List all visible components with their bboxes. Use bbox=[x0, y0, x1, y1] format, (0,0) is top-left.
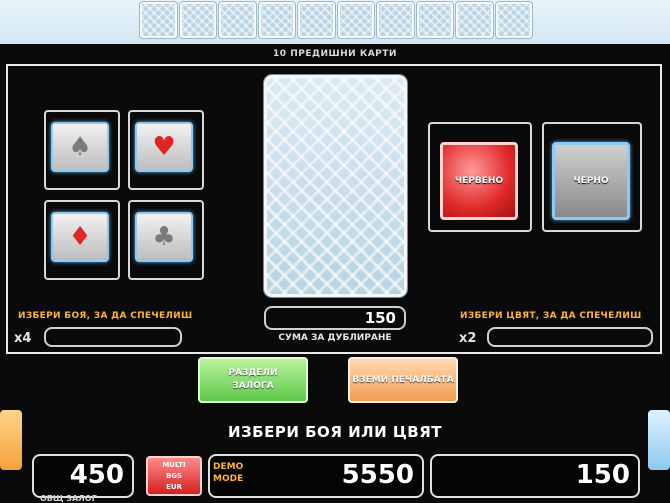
win-value: 150 bbox=[575, 460, 630, 490]
left-side-button[interactable] bbox=[0, 410, 22, 470]
total-bet-box: 450 bbox=[32, 454, 134, 498]
diamond-icon: ♦ bbox=[68, 222, 92, 252]
previous-card bbox=[219, 2, 256, 38]
previous-card bbox=[416, 2, 453, 38]
color-win-box bbox=[487, 327, 653, 347]
double-amount-box: 150 bbox=[264, 306, 406, 330]
currency-button[interactable]: MULTI BGS EUR bbox=[146, 456, 202, 496]
history-title: 10 ПРЕДИШНИ КАРТИ bbox=[273, 49, 397, 59]
previous-card bbox=[298, 2, 335, 38]
credit-value: 5550 bbox=[341, 460, 414, 490]
suit-multiplier: x4 bbox=[14, 331, 32, 346]
club-icon: ♣ bbox=[152, 222, 176, 252]
win-box: 150 bbox=[430, 454, 640, 498]
color-slot-black: ЧЕРНО bbox=[542, 122, 642, 232]
suit-slot-diamond: ♦ bbox=[44, 200, 120, 280]
red-button[interactable]: ЧЕРВЕНО bbox=[440, 142, 518, 220]
black-button[interactable]: ЧЕРНО bbox=[552, 142, 630, 220]
suit-slot-club: ♣ bbox=[128, 200, 204, 280]
spade-icon: ♠ bbox=[68, 132, 92, 162]
suit-button-spade[interactable]: ♠ bbox=[51, 122, 109, 172]
color-slot-red: ЧЕРВЕНО bbox=[428, 122, 532, 232]
previous-card bbox=[456, 2, 493, 38]
double-amount-value: 150 bbox=[364, 309, 396, 327]
previous-card bbox=[140, 2, 177, 38]
choose-prompt: ИЗБЕРИ БОЯ ИЛИ ЦВЯТ bbox=[227, 423, 443, 441]
heart-icon: ♥ bbox=[152, 132, 176, 162]
double-amount-label: СУМА ЗА ДУБЛИРАНЕ bbox=[278, 333, 392, 343]
previous-card bbox=[179, 2, 216, 38]
color-win-label: ИЗБЕРИ ЦВЯТ, ЗА ДА СПЕЧЕЛИШ bbox=[460, 311, 642, 321]
previous-card bbox=[258, 2, 295, 38]
face-down-card bbox=[264, 75, 407, 297]
color-multiplier: x2 bbox=[459, 331, 477, 346]
suit-button-heart[interactable]: ♥ bbox=[135, 122, 193, 172]
collect-win-button[interactable]: ВЗЕМИ ПЕЧАЛБАТА bbox=[348, 357, 458, 403]
total-bet-value: 450 bbox=[69, 460, 124, 490]
right-side-button[interactable] bbox=[648, 410, 670, 470]
previous-card bbox=[337, 2, 374, 38]
suit-slot-spade: ♠ bbox=[44, 110, 120, 190]
previous-cards-row bbox=[140, 2, 532, 38]
previous-card bbox=[495, 2, 532, 38]
demo-mode-badge: DEMO MODE bbox=[213, 462, 244, 484]
suit-button-club[interactable]: ♣ bbox=[135, 212, 193, 262]
split-bet-button[interactable]: РАЗДЕЛИ ЗАЛОГА bbox=[198, 357, 308, 403]
suit-button-diamond[interactable]: ♦ bbox=[51, 212, 109, 262]
suit-win-label: ИЗБЕРИ БОЯ, ЗА ДА СПЕЧЕЛИШ bbox=[18, 311, 193, 321]
previous-card bbox=[377, 2, 414, 38]
suit-win-box bbox=[44, 327, 182, 347]
suit-slot-heart: ♥ bbox=[128, 110, 204, 190]
